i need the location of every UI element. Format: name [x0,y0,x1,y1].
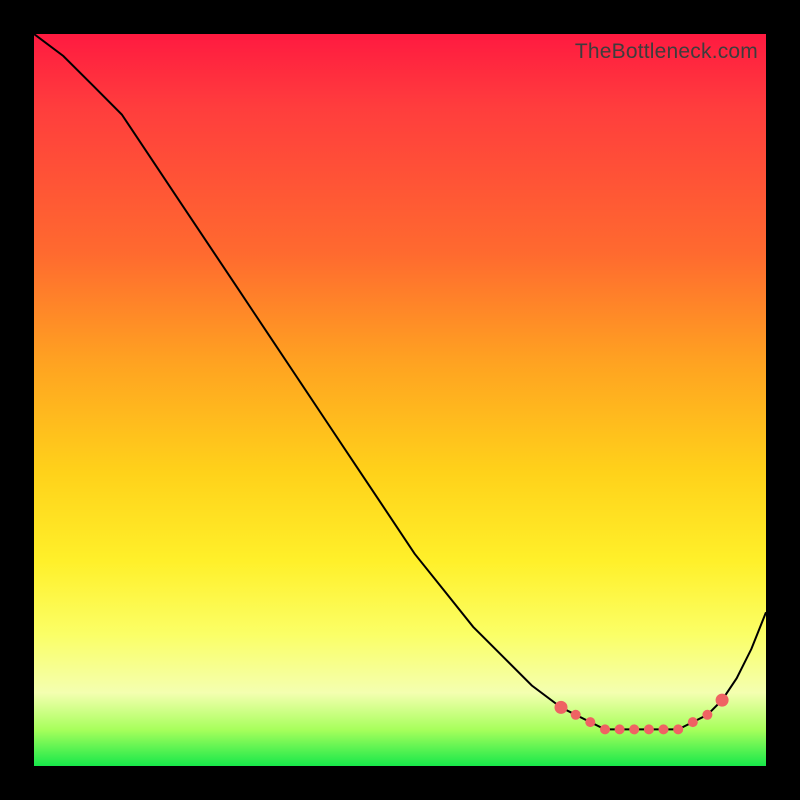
marker-group [555,694,729,735]
curve-marker [659,724,669,734]
curve-marker [571,710,581,720]
curve-marker [555,701,568,714]
curve-marker [716,694,729,707]
curve-marker [673,724,683,734]
curve-marker [585,717,595,727]
curve-marker [600,724,610,734]
chart-frame: TheBottleneck.com [0,0,800,800]
curve-marker [629,724,639,734]
curve-marker [644,724,654,734]
bottleneck-curve [34,34,766,729]
attribution-label: TheBottleneck.com [575,40,758,64]
chart-svg [34,34,766,766]
curve-marker [702,710,712,720]
chart-plot-area: TheBottleneck.com [34,34,766,766]
curve-marker [615,724,625,734]
curve-marker [688,717,698,727]
